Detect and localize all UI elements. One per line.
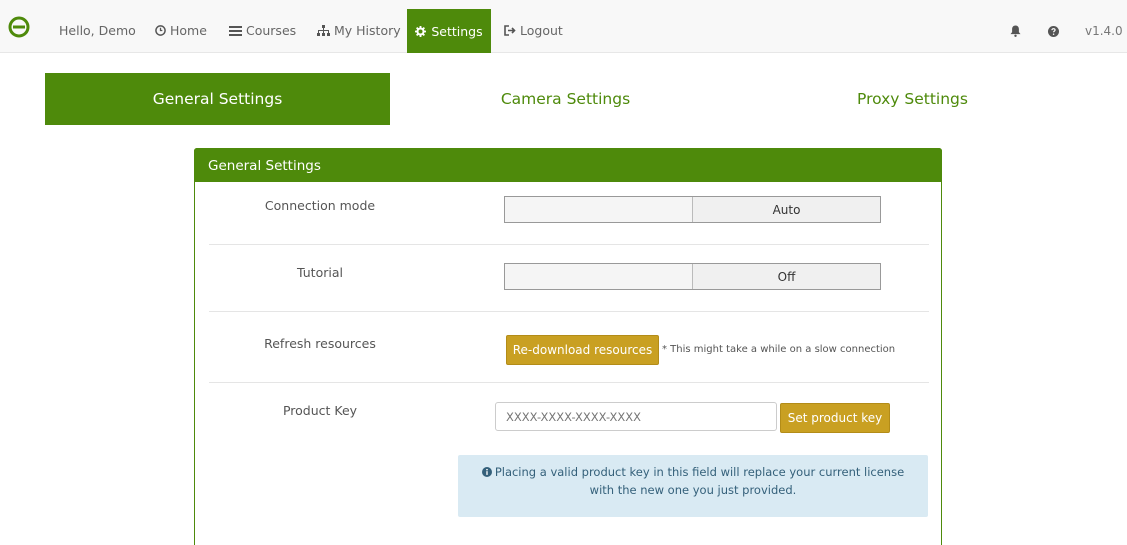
nav-logout-label: Logout [520, 22, 563, 38]
connection-mode-toggle[interactable]: Auto [504, 196, 881, 223]
clock-icon [155, 25, 166, 36]
tab-proxy-settings[interactable]: Proxy Settings [740, 73, 1085, 125]
bell-icon [1010, 25, 1021, 37]
version-label: v1.4.0 [1085, 9, 1123, 53]
divider [209, 382, 929, 383]
tab-general-settings-label: General Settings [152, 90, 283, 108]
tutorial-value[interactable]: Off [693, 264, 880, 289]
help-button[interactable] [1048, 9, 1059, 53]
connection-mode-value[interactable]: Auto [693, 197, 880, 222]
panel-title: General Settings [194, 148, 942, 182]
nav-home-label: Home [170, 22, 207, 38]
tutorial-label: Tutorial [297, 265, 343, 280]
product-key-label: Product Key [282, 403, 358, 418]
toggle-empty-half[interactable] [505, 197, 693, 222]
toggle-empty-half[interactable] [505, 264, 693, 289]
app-logo-icon[interactable] [8, 16, 30, 38]
top-navbar: Hello, Demo Home Courses My History Sett… [0, 0, 1127, 53]
nav-courses[interactable]: Courses [229, 0, 296, 53]
nav-settings-label: Settings [431, 23, 483, 39]
info-circle-icon [481, 467, 492, 477]
divider [209, 244, 929, 245]
greeting-text: Hello, Demo [59, 22, 136, 38]
gear-icon [415, 25, 427, 37]
list-icon [229, 25, 242, 36]
nav-greeting: Hello, Demo [59, 0, 136, 53]
notifications-button[interactable] [1010, 9, 1021, 53]
tab-camera-settings[interactable]: Camera Settings [393, 73, 738, 125]
version-text: v1.4.0 [1085, 24, 1123, 38]
tab-general-settings[interactable]: General Settings [45, 73, 390, 125]
tab-camera-settings-label: Camera Settings [500, 90, 631, 108]
nav-logout[interactable]: Logout [504, 0, 563, 53]
refresh-hint: * This might take a while on a slow conn… [662, 344, 896, 355]
connection-mode-label: Connection mode [264, 198, 376, 213]
divider [209, 311, 929, 312]
nav-settings[interactable]: Settings [407, 9, 491, 53]
question-circle-icon [1048, 25, 1059, 37]
product-key-info-alert: Placing a valid product key in this fiel… [458, 455, 928, 517]
nav-courses-label: Courses [246, 22, 297, 38]
tab-proxy-settings-label: Proxy Settings [857, 90, 968, 108]
tutorial-toggle[interactable]: Off [504, 263, 881, 290]
info-text: Placing a valid product key in this fiel… [494, 465, 905, 497]
set-product-key-button[interactable]: Set product key [780, 403, 890, 433]
nav-history-label: My History [334, 22, 401, 38]
nav-home[interactable]: Home [155, 0, 207, 53]
product-key-input[interactable] [495, 402, 777, 431]
redownload-resources-button[interactable]: Re-download resources [506, 335, 659, 365]
general-settings-panel: General Settings Connection mode Auto Tu… [194, 148, 942, 545]
refresh-resources-label: Refresh resources [264, 336, 376, 351]
sitemap-icon [317, 25, 330, 36]
sign-out-icon [504, 25, 516, 36]
nav-history[interactable]: My History [317, 0, 401, 53]
